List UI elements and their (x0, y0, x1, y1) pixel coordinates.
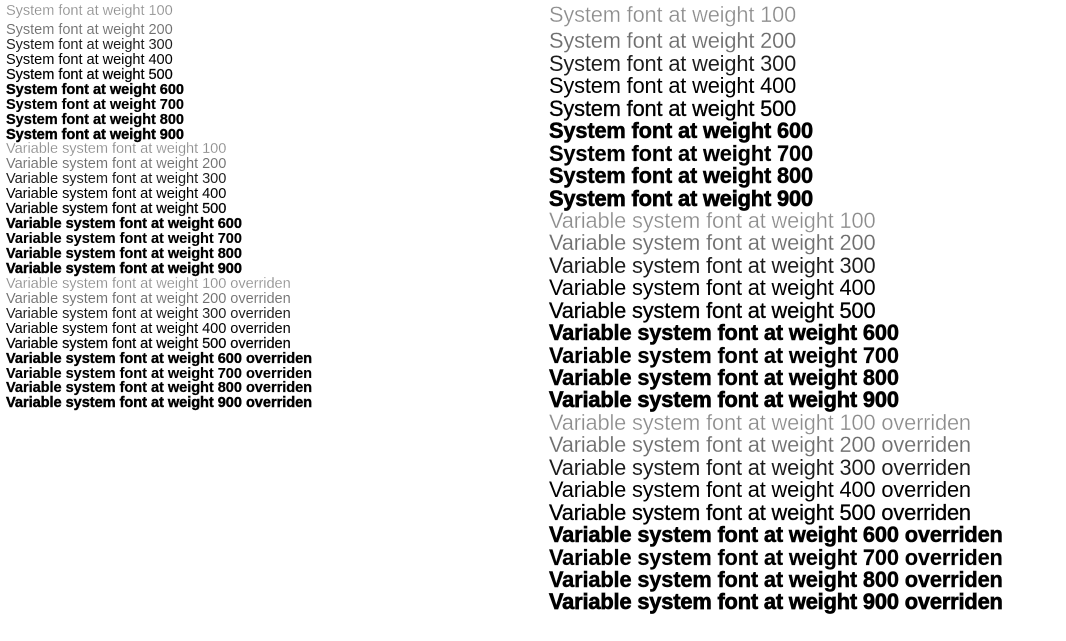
large-size-column: System font at weight 100 System font at … (549, 0, 1066, 614)
font-sample-line: Variable system font at weight 300 (549, 252, 876, 278)
font-sample-line: System font at weight 200 (6, 21, 173, 38)
font-sample-line: Variable system font at weight 200 overr… (549, 432, 971, 458)
font-sample-line: Variable system font at weight 500 (549, 297, 876, 323)
small-size-column: System font at weight 100 System font at … (6, 0, 526, 411)
font-sample-line: Variable system font at weight 500 (6, 201, 227, 218)
font-sample-line: System font at weight 100 (6, 3, 173, 19)
font-sample-line: Variable system font at weight 300 (6, 171, 227, 188)
font-weight-specimen-sheet: System font at weight 100 System font at … (0, 0, 1066, 641)
font-sample-line: Variable system font at weight 500 overr… (549, 499, 971, 525)
font-sample-line: Variable system font at weight 300 overr… (6, 305, 291, 322)
font-sample-line: Variable system font at weight 800 overr… (6, 380, 313, 397)
font-sample-line: System font at weight 700 (549, 140, 813, 166)
font-sample-line: Variable system font at weight 200 (549, 230, 876, 256)
font-sample-line: Variable system font at weight 700 (6, 231, 242, 248)
font-sample-line: System font at weight 500 (6, 66, 173, 83)
font-sample-line: System font at weight 500 (549, 95, 797, 121)
font-sample-line: System font at weight 900 (6, 126, 184, 143)
font-sample-line: System font at weight 200 (549, 28, 797, 54)
font-sample-line: Variable system font at weight 800 (6, 246, 242, 262)
font-sample-line: Variable system font at weight 800 overr… (549, 566, 1003, 592)
font-sample-line: System font at weight 600 (6, 81, 184, 98)
font-sample-line: System font at weight 400 (6, 51, 173, 68)
font-sample-line: Variable system font at weight 100 (549, 207, 876, 233)
font-sample-line: Variable system font at weight 200 (6, 156, 227, 173)
font-sample-line: Variable system font at weight 400 (6, 186, 227, 203)
font-sample-line: System font at weight 300 (549, 50, 797, 76)
font-sample-line: Variable system font at weight 400 (549, 275, 876, 301)
font-sample-line: Variable system font at weight 900 (6, 260, 242, 277)
font-sample-line: System font at weight 400 (549, 73, 797, 99)
font-sample-line: System font at weight 700 (6, 96, 184, 113)
font-sample-line: Variable system font at weight 100 overr… (6, 275, 291, 292)
font-sample-line: Variable system font at weight 300 overr… (549, 454, 971, 480)
font-sample-line: Variable system font at weight 900 overr… (549, 589, 1004, 615)
font-sample-line: Variable system font at weight 600 (549, 320, 900, 346)
font-sample-line: Variable system font at weight 600 (6, 216, 242, 233)
font-sample-line: Variable system font at weight 800 (549, 365, 899, 390)
font-sample-line: Variable system font at weight 600 overr… (549, 522, 1003, 548)
font-sample-line: System font at weight 100 (549, 2, 797, 27)
font-sample-line: System font at weight 600 (549, 118, 814, 144)
font-sample-line: System font at weight 800 (549, 163, 814, 189)
font-sample-line: Variable system font at weight 500 overr… (6, 335, 291, 352)
font-sample-line: Variable system font at weight 700 overr… (6, 365, 313, 382)
font-sample-line: Variable system font at weight 400 overr… (6, 320, 291, 337)
font-sample-line: Variable system font at weight 700 (549, 342, 899, 368)
font-sample-line: Variable system font at weight 900 (549, 387, 900, 413)
font-sample-line: Variable system font at weight 100 overr… (549, 409, 971, 435)
font-sample-line: System font at weight 300 (6, 36, 173, 53)
font-sample-line: System font at weight 800 (6, 111, 184, 128)
font-sample-line: Variable system font at weight 100 (6, 141, 227, 158)
font-sample-line: Variable system font at weight 700 overr… (549, 544, 1003, 570)
font-sample-line: Variable system font at weight 400 overr… (549, 477, 971, 503)
font-sample-line: Variable system font at weight 600 overr… (6, 350, 313, 367)
font-sample-line: System font at weight 900 (549, 185, 814, 211)
font-sample-line: Variable system font at weight 900 overr… (6, 395, 313, 412)
font-sample-line: Variable system font at weight 200 overr… (6, 290, 291, 307)
